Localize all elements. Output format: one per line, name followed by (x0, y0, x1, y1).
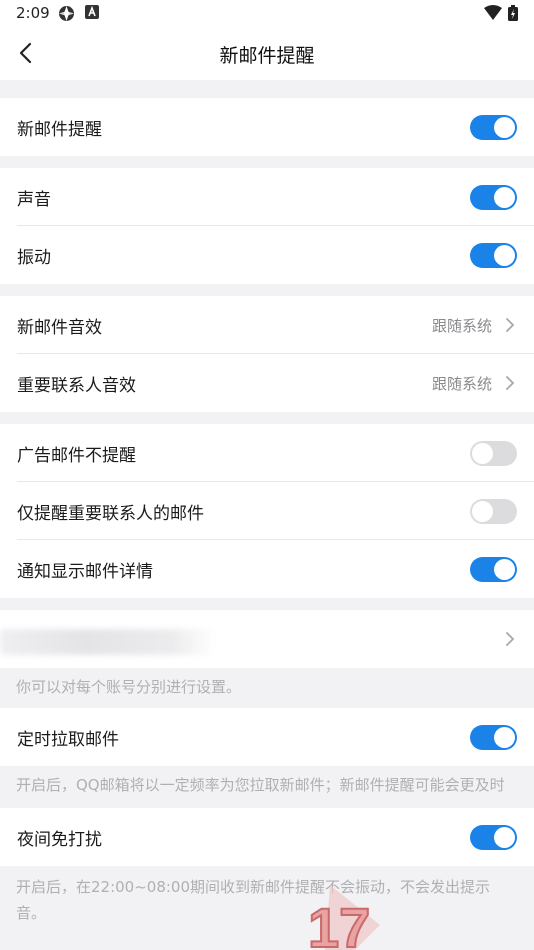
show-detail-toggle[interactable] (470, 557, 517, 582)
row-sound[interactable]: 声音 (0, 168, 534, 226)
row-label: 通知显示邮件详情 (17, 562, 153, 582)
night-mode-toggle[interactable] (470, 825, 517, 850)
blurred-account-name (0, 629, 215, 655)
chevron-right-icon (504, 630, 516, 648)
page-title: 新邮件提醒 (219, 45, 315, 67)
aperture-icon (58, 5, 75, 26)
sound-toggle[interactable] (470, 185, 517, 210)
row-night-mode[interactable]: 夜间免打扰 (0, 808, 534, 866)
nav-bar: 新邮件提醒 (0, 26, 534, 80)
row-vibrate[interactable]: 振动 (0, 226, 534, 284)
vibrate-toggle[interactable] (470, 243, 517, 268)
chevron-right-icon (504, 374, 516, 392)
row-label: 仅提醒重要联系人的邮件 (17, 504, 204, 524)
row-label: 振动 (17, 248, 51, 268)
new-mail-remind-toggle[interactable] (470, 115, 517, 140)
ad-no-remind-toggle[interactable] (470, 441, 517, 466)
status-bar: 2:09 (0, 0, 534, 26)
account-note: 你可以对每个账号分别进行设置。 (0, 668, 534, 708)
row-new-mail-sound[interactable]: 新邮件音效 跟随系统 (0, 296, 534, 354)
row-label: 定时拉取邮件 (17, 730, 119, 750)
scheduled-note: 开启后，QQ邮箱将以一定频率为您拉取新邮件；新邮件提醒可能会更及时 (0, 766, 534, 808)
row-scheduled-fetch[interactable]: 定时拉取邮件 (0, 708, 534, 766)
vip-only-toggle[interactable] (470, 499, 517, 524)
row-label: 声音 (17, 190, 51, 210)
new-mail-sound-value: 跟随系统 (431, 317, 492, 335)
row-ad-no-remind[interactable]: 广告邮件不提醒 (0, 424, 534, 482)
status-time: 2:09 (16, 4, 50, 22)
row-label: 新邮件音效 (17, 318, 102, 338)
night-note: 开启后，在22:00~08:00期间收到新邮件提醒不会振动，不会发出提示音。 (0, 866, 534, 926)
row-show-detail[interactable]: 通知显示邮件详情 (0, 540, 534, 598)
app-a-icon (85, 5, 99, 23)
row-label: 广告邮件不提醒 (17, 446, 136, 466)
row-label: 重要联系人音效 (17, 376, 136, 396)
row-new-mail-remind[interactable]: 新邮件提醒 (0, 98, 534, 156)
wifi-icon (484, 5, 502, 24)
vip-sound-value: 跟随系统 (431, 375, 492, 393)
battery-icon (508, 5, 518, 25)
row-label: 新邮件提醒 (17, 120, 102, 140)
watermark-logo: 17 (300, 885, 380, 950)
row-vip-sound[interactable]: 重要联系人音效 跟随系统 (0, 354, 534, 412)
scheduled-fetch-toggle[interactable] (470, 725, 517, 750)
watermark-text: 17 (308, 896, 370, 950)
row-label: 夜间免打扰 (17, 830, 102, 850)
row-account[interactable] (0, 610, 534, 668)
chevron-right-icon (504, 316, 516, 334)
row-vip-only[interactable]: 仅提醒重要联系人的邮件 (0, 482, 534, 540)
